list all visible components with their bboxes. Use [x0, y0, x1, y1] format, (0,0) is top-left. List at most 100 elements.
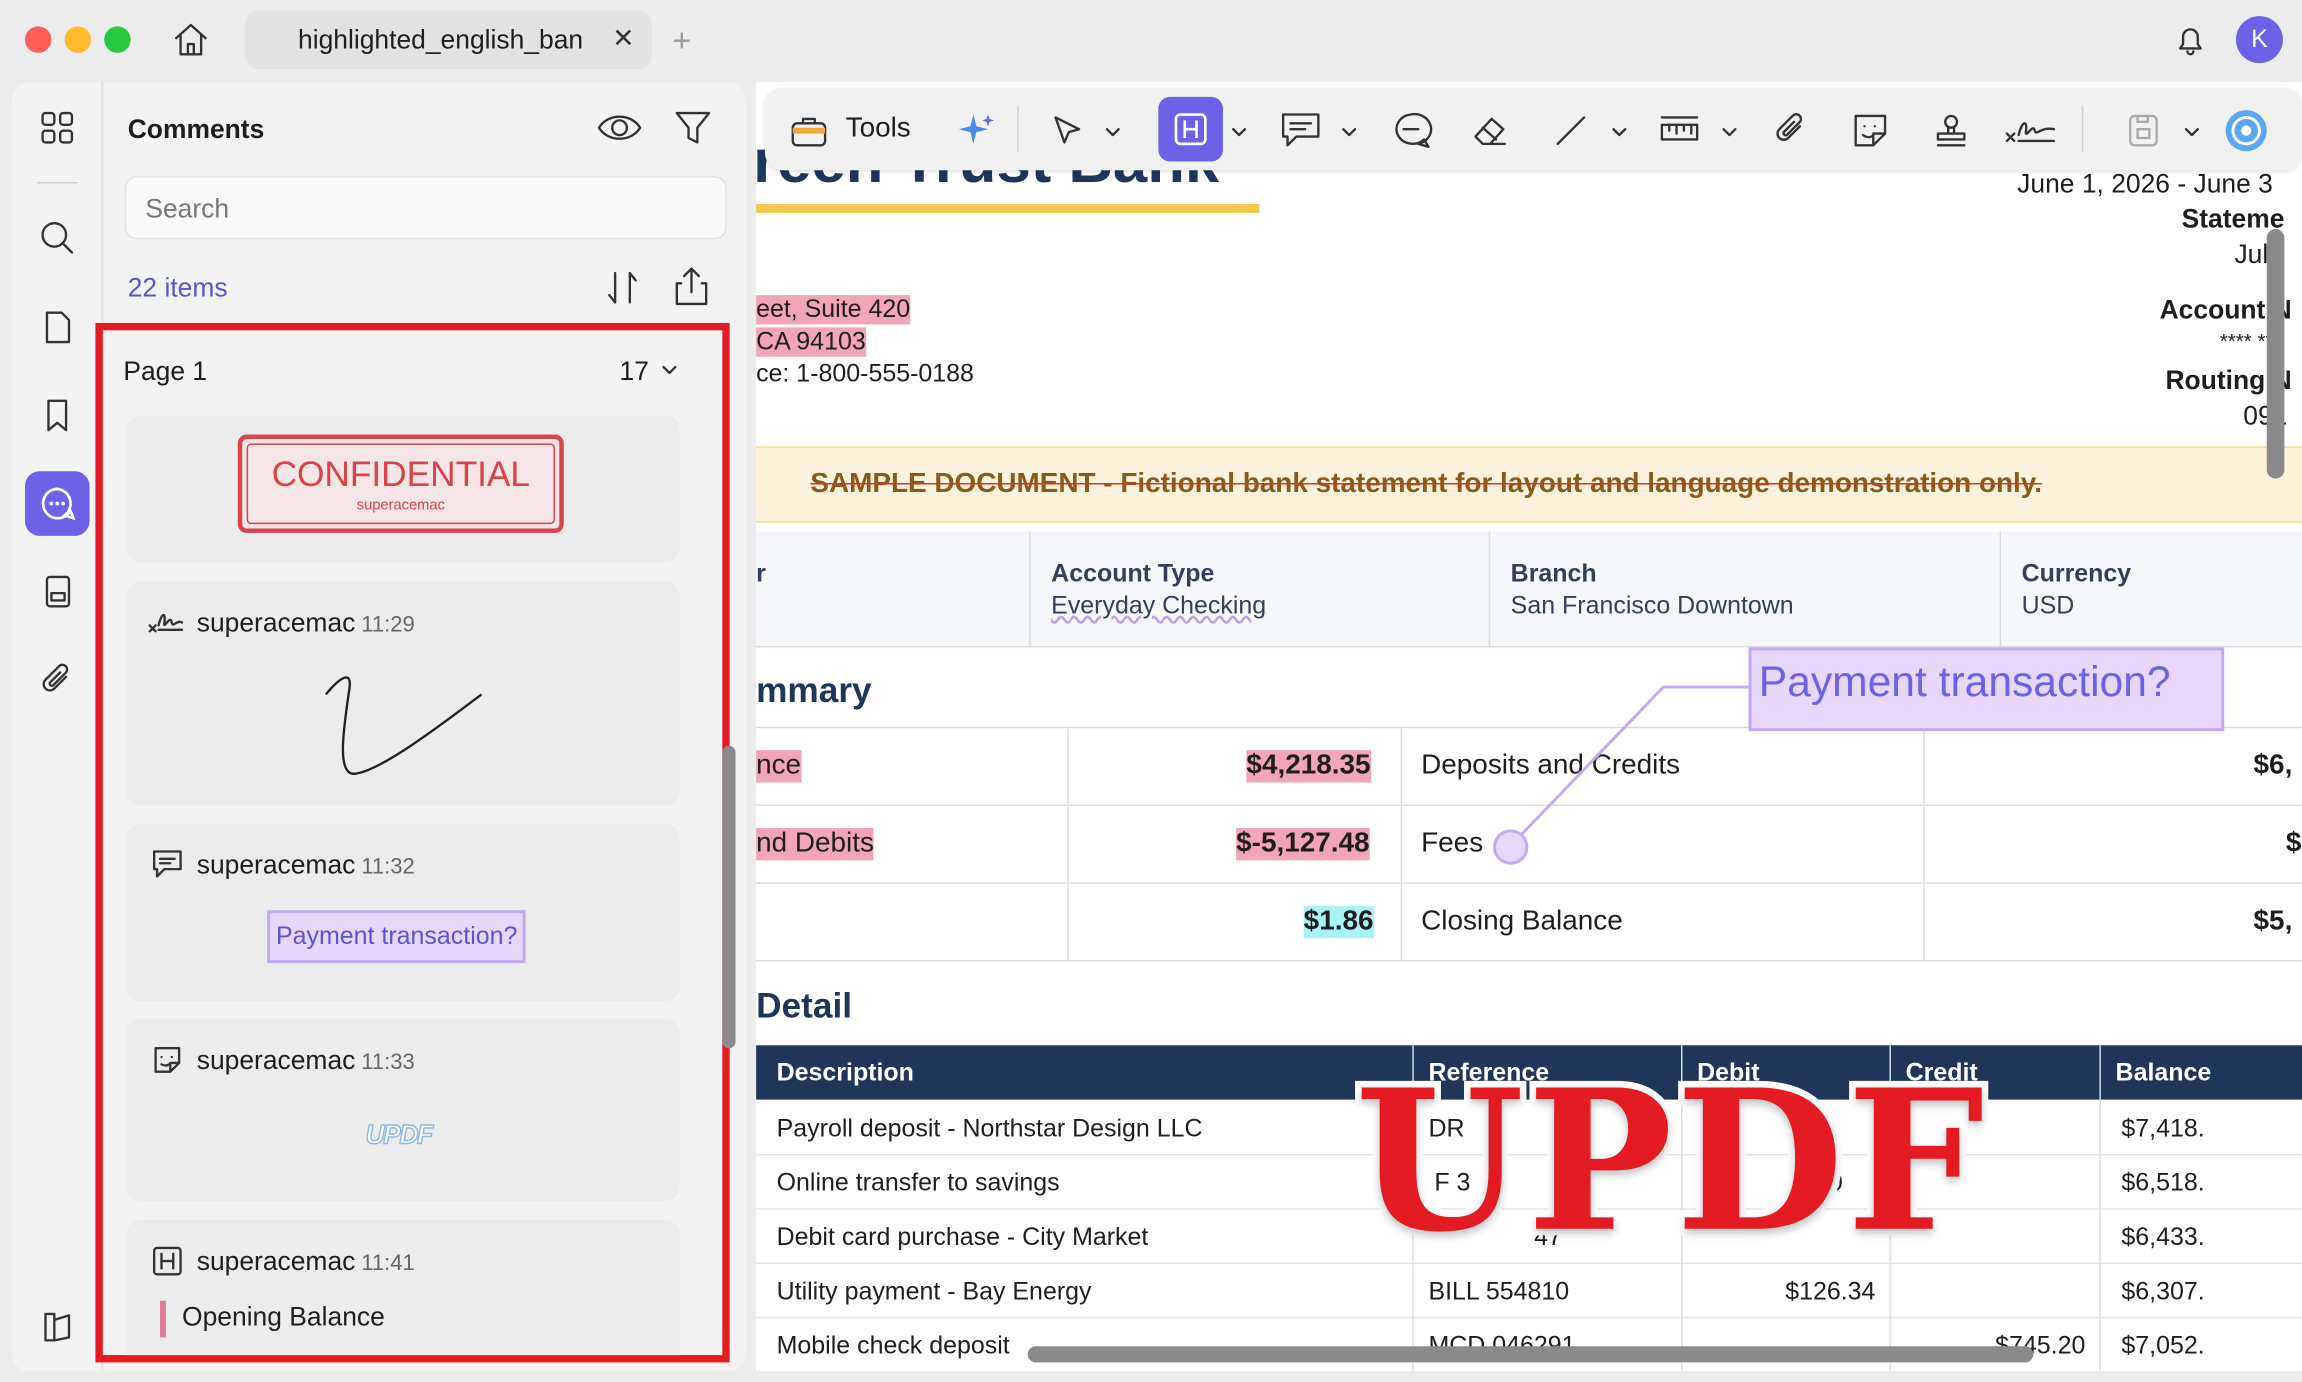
- sticker-icon: [150, 1042, 185, 1077]
- summary-value: $: [2285, 828, 2302, 859]
- chevron-down-icon[interactable]: [2184, 126, 2200, 138]
- text-comment-icon[interactable]: [1273, 103, 1329, 159]
- comment-time: 11:33: [361, 1049, 415, 1075]
- avatar[interactable]: K: [2235, 16, 2283, 64]
- bell-icon[interactable]: [2170, 19, 2211, 60]
- export-icon[interactable]: [671, 264, 712, 308]
- summary-title: mmary: [756, 670, 872, 711]
- title-underline: [756, 204, 1260, 213]
- sidebar-toggle-icon[interactable]: [25, 1295, 90, 1360]
- comment-author: superacemac: [196, 1246, 356, 1276]
- document-view[interactable]: reen Trust Bank eet, Suite 420 CA 94103 …: [756, 82, 2302, 1372]
- search-input[interactable]: Search: [124, 176, 727, 240]
- row-balance: $6,518.: [2121, 1168, 2205, 1197]
- callout-text-box[interactable]: Payment transaction?: [1748, 647, 2225, 732]
- document-icon[interactable]: [25, 559, 90, 624]
- line-tool-icon[interactable]: [1543, 103, 1599, 159]
- comment-content: Payment transaction?: [267, 910, 527, 964]
- chevron-down-icon[interactable]: [1612, 126, 1627, 138]
- detail-title: Detail: [756, 986, 853, 1027]
- account-type-label: Account Type: [1051, 559, 1215, 588]
- tab-title: highlighted_english_ban: [298, 24, 584, 55]
- sticker-content: UPDF: [365, 1119, 434, 1150]
- attachment-icon[interactable]: [1763, 103, 1819, 159]
- close-tab-icon[interactable]: ✕: [612, 23, 634, 54]
- stamp-comment-card[interactable]: CONFIDENTIAL superacemac: [126, 415, 680, 563]
- items-count: 22 items: [127, 273, 228, 303]
- eraser-icon[interactable]: [1462, 103, 1518, 159]
- close-window-button[interactable]: [24, 26, 52, 53]
- row-description: Utility payment - Bay Energy: [776, 1277, 1092, 1306]
- row-description: Mobile check deposit: [776, 1331, 1010, 1360]
- comment-card[interactable]: superacemac 11:33 UPDF: [126, 1018, 680, 1201]
- highlight-color-bar: [160, 1300, 166, 1338]
- chevron-down-icon[interactable]: [1232, 126, 1247, 138]
- account-type-value: Everyday Checking: [1051, 591, 1267, 620]
- measure-icon[interactable]: [1652, 103, 1708, 159]
- search-icon[interactable]: [25, 206, 90, 271]
- comment-content: Opening Balance: [182, 1302, 385, 1332]
- account-value: **** **: [2219, 328, 2274, 353]
- vertical-scrollbar[interactable]: [2266, 229, 2285, 479]
- ai-sparkle-icon[interactable]: [948, 103, 1004, 159]
- comment-card[interactable]: superacemac 11:29: [126, 581, 680, 806]
- comment-bubble-icon[interactable]: [1383, 103, 1439, 159]
- sort-icon[interactable]: [603, 267, 641, 308]
- branch-label: Branch: [1510, 559, 1597, 588]
- tools-label[interactable]: Tools: [846, 113, 911, 145]
- comment-author: superacemac: [196, 607, 356, 638]
- bookmark-icon[interactable]: [25, 383, 90, 448]
- comment-card[interactable]: superacemac 11:41 Opening Balance: [126, 1219, 680, 1356]
- chevron-down-icon[interactable]: [1105, 126, 1120, 138]
- comment-author: superacemac: [196, 1045, 356, 1075]
- highlight-icon: [150, 1243, 185, 1278]
- home-icon[interactable]: [170, 19, 211, 60]
- comment-meta: superacemac 11:29: [197, 608, 415, 639]
- row-description: Online transfer to savings: [776, 1168, 1060, 1197]
- select-arrow-icon[interactable]: [1039, 103, 1095, 159]
- chevron-down-icon[interactable]: [1722, 126, 1737, 138]
- ai-assistant-icon[interactable]: [2218, 103, 2274, 159]
- row-debit: $126.34: [1785, 1277, 1876, 1306]
- document-tab[interactable]: highlighted_english_ban ✕: [245, 10, 652, 70]
- account-info-row: r Account Type Everyday Checking Branch …: [756, 531, 2302, 648]
- header-description: Description: [776, 1058, 914, 1087]
- filter-icon[interactable]: [674, 107, 712, 148]
- confidential-stamp: CONFIDENTIAL superacemac: [237, 434, 564, 533]
- summary-value: $6,: [2253, 750, 2293, 782]
- signature-icon[interactable]: [2003, 103, 2059, 159]
- horizontal-scrollbar[interactable]: [1027, 1346, 2034, 1363]
- comment-meta: superacemac 11:33: [197, 1045, 415, 1076]
- panel-title: Comments: [127, 114, 265, 144]
- page-group-count: 17: [619, 356, 649, 387]
- summary-label: Fees: [1421, 828, 1484, 859]
- chevron-down-icon[interactable]: [1342, 126, 1357, 138]
- new-tab-button[interactable]: +: [672, 22, 691, 60]
- stamp-icon[interactable]: [1923, 103, 1979, 159]
- statement-period: June 1, 2026 - June 3: [2017, 168, 2273, 199]
- currency-label: Currency: [2021, 559, 2132, 588]
- minimize-window-button[interactable]: [64, 26, 92, 53]
- banner-text: SAMPLE DOCUMENT - Fictional bank stateme…: [810, 468, 2042, 500]
- address-line2: CA 94103: [756, 327, 866, 357]
- row-balance: $6,307.: [2121, 1277, 2205, 1306]
- zoom-window-button[interactable]: [104, 26, 131, 53]
- comment-time: 11:41: [361, 1250, 415, 1276]
- signature-icon: [147, 605, 185, 637]
- highlight-tool-icon[interactable]: [1158, 96, 1223, 162]
- stamp-text: CONFIDENTIAL: [271, 455, 530, 495]
- chevron-down-icon[interactable]: [661, 363, 679, 378]
- thumbnails-icon[interactable]: [25, 95, 90, 160]
- panel-scrollbar[interactable]: [722, 745, 736, 1049]
- toolbox-icon[interactable]: [788, 112, 829, 150]
- comment-card[interactable]: superacemac 11:32 Payment transaction?: [126, 823, 680, 1002]
- page-icon[interactable]: [25, 295, 90, 360]
- attachment-icon[interactable]: [25, 647, 90, 712]
- save-icon[interactable]: [2116, 103, 2172, 159]
- comments-icon[interactable]: [24, 471, 90, 536]
- row-balance: $7,052.: [2121, 1331, 2205, 1360]
- eye-icon[interactable]: [596, 107, 643, 148]
- summary-value: $5,: [2253, 905, 2293, 937]
- callout-leader: [1493, 685, 1752, 865]
- sticker-icon[interactable]: [1842, 103, 1898, 159]
